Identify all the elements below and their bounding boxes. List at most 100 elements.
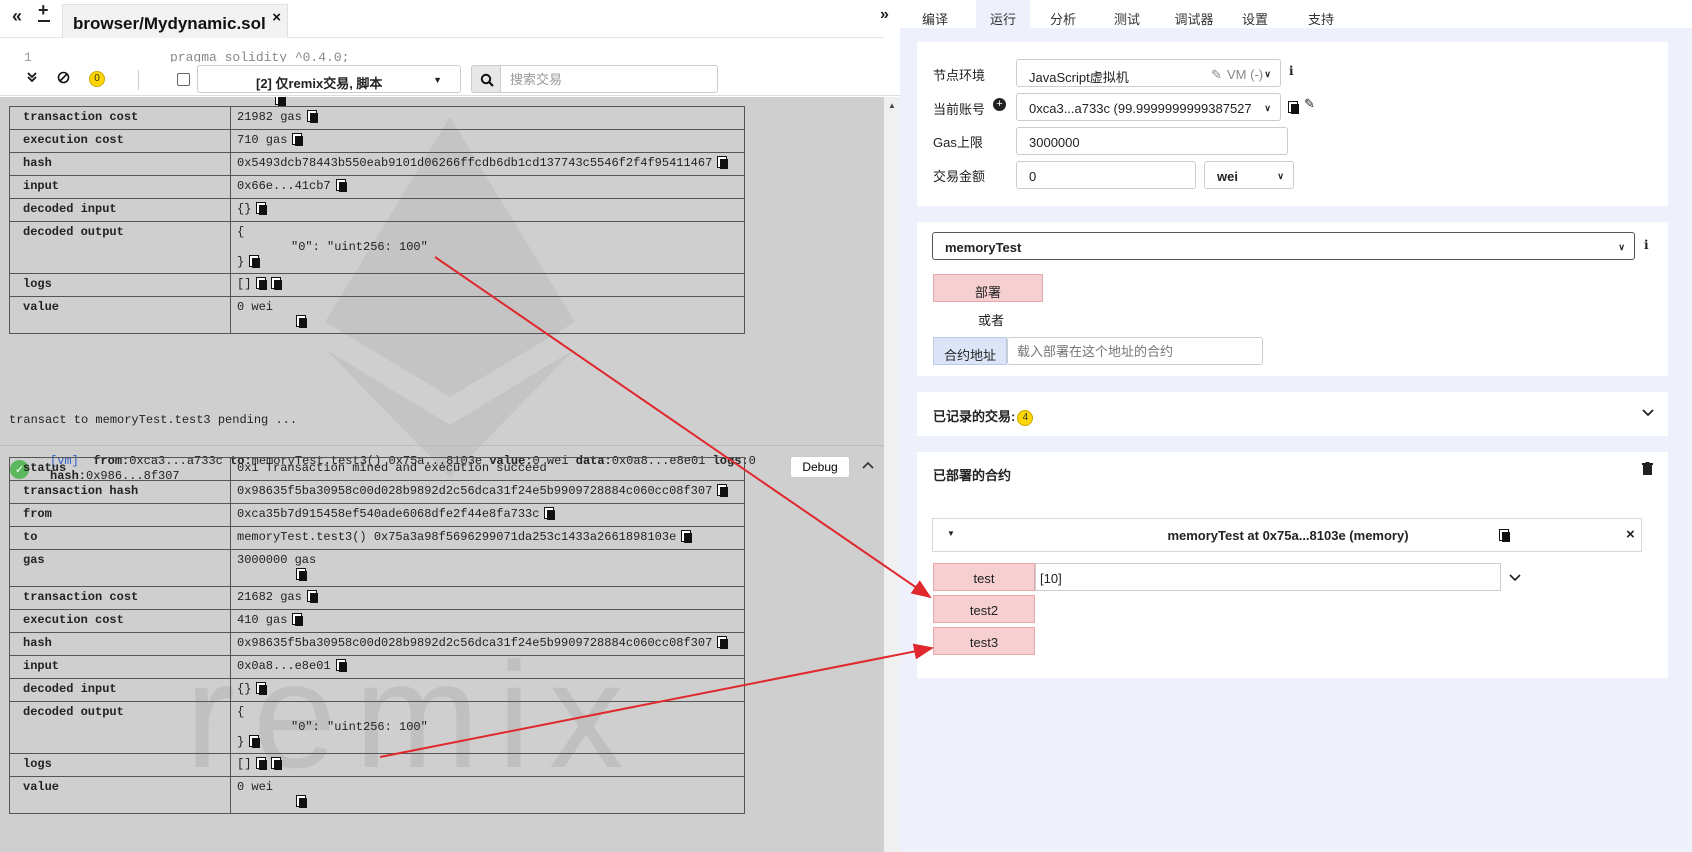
copy-icon[interactable]	[296, 315, 307, 328]
row-key: from	[9, 503, 231, 527]
test-button[interactable]: test	[933, 563, 1035, 591]
row-value: 410 gas	[230, 609, 745, 633]
collapse-right-icon[interactable]: »	[880, 6, 889, 24]
row-key: input	[9, 655, 231, 679]
close-tab-icon[interactable]: ×	[272, 9, 281, 26]
row-key: value	[9, 776, 231, 814]
chevron-up-icon[interactable]	[862, 458, 874, 474]
search-transactions-input[interactable]	[500, 65, 718, 93]
tab-analysis[interactable]: 分析	[1040, 0, 1086, 28]
copy-icon[interactable]	[306, 590, 318, 603]
unit-value: wei	[1217, 169, 1238, 184]
unit-select[interactable]: wei ∨	[1204, 161, 1294, 189]
at-address-input[interactable]	[1007, 337, 1263, 365]
chevron-down-icon[interactable]	[1509, 571, 1521, 585]
contract-select[interactable]: memoryTest ∨	[932, 232, 1635, 260]
table-row: decoded output{"0": "uint256: 100"}	[9, 221, 745, 274]
copy-icon[interactable]	[335, 179, 347, 192]
new-file-icon[interactable]: +	[38, 0, 49, 21]
value-label: 交易金额	[933, 169, 986, 184]
copy-icon[interactable]	[335, 659, 347, 672]
transaction-filter-select[interactable]: [2] 仅remix交易, 脚本 ▼	[197, 65, 461, 93]
copy-icon[interactable]	[1288, 101, 1299, 114]
copy-icon[interactable]	[296, 795, 307, 808]
divider	[138, 70, 139, 90]
tab-test[interactable]: 测试	[1104, 0, 1150, 28]
code-text: pragma solidity ^0.4.0;	[170, 50, 350, 62]
search-icon	[480, 73, 494, 87]
tab-support[interactable]: 支持	[1298, 0, 1344, 28]
copy-icon[interactable]	[292, 133, 304, 146]
test-args-input[interactable]: [10]	[1035, 563, 1501, 591]
info-icon[interactable]: i	[1644, 238, 1649, 252]
account-select[interactable]: 0xca3...a733c (99.9999999999387527 ∨	[1016, 93, 1281, 121]
terminal-output: remix transaction cost 21982 gas executio…	[0, 97, 884, 852]
tab-run[interactable]: 运行	[976, 0, 1030, 28]
environment-select[interactable]: JavaScript虚拟机 ✎ VM (-) ∨	[1016, 59, 1281, 87]
contract-instance[interactable]: ▼ memoryTest at 0x75a...8103e (memory) ×	[932, 518, 1642, 552]
copy-icon[interactable]	[717, 636, 729, 649]
copy-icon[interactable]	[249, 255, 261, 268]
gas-limit-input[interactable]: 3000000	[1016, 127, 1288, 155]
row-key: hash	[9, 152, 231, 176]
table-row: transaction cost 21982 gas	[9, 106, 745, 130]
edit-icon[interactable]: ✎	[1304, 96, 1315, 112]
copy-icon[interactable]	[717, 484, 729, 497]
chevron-down-icon[interactable]	[1642, 406, 1654, 420]
add-account-icon[interactable]: +	[993, 98, 1006, 111]
row-value: 0x98635f5ba30958c00d028b9892d2c56dca31f2…	[230, 480, 745, 504]
info-icon[interactable]: i	[1289, 64, 1294, 78]
minus-icon[interactable]	[38, 20, 50, 22]
deploy-button[interactable]: 部署	[933, 274, 1043, 302]
row-value: 21682 gas	[230, 586, 745, 610]
row-value: {}	[230, 678, 745, 702]
copy-icon[interactable]	[306, 110, 318, 123]
copy-icon[interactable]	[271, 277, 283, 290]
clear-console-icon[interactable]	[57, 71, 70, 87]
copy-icon[interactable]	[271, 757, 283, 770]
copy-icon[interactable]	[256, 682, 268, 695]
test3-button[interactable]: test3	[933, 627, 1035, 655]
debug-button[interactable]: Debug	[790, 456, 850, 478]
copy-icon[interactable]	[256, 757, 268, 770]
tab-compile[interactable]: 编译	[912, 0, 958, 28]
close-icon[interactable]: ×	[1626, 526, 1635, 543]
pending-message: transact to memoryTest.test3 pending ...	[9, 413, 298, 427]
copy-icon[interactable]	[256, 202, 268, 215]
row-value: 0 wei	[230, 776, 745, 814]
row-key: hash	[9, 632, 231, 656]
copy-icon[interactable]	[256, 277, 268, 290]
contract-value: memoryTest	[945, 240, 1022, 255]
tab-debugger[interactable]: 调试器	[1166, 0, 1222, 28]
copy-icon[interactable]	[296, 568, 307, 581]
copy-icon[interactable]	[249, 735, 261, 748]
copy-icon[interactable]	[544, 507, 556, 520]
table-row: from 0xca35b7d915458ef540ade6068dfe2f44e8…	[9, 503, 745, 527]
terminal-scrollbar[interactable]: ▲	[884, 97, 900, 852]
terminal-toolbar: 0 [2] 仅remix交易, 脚本 ▼	[0, 62, 900, 96]
trash-icon[interactable]	[1642, 462, 1653, 478]
deployed-contracts-card: 已部署的合约 ▼ memoryTest at 0x75a...8103e (me…	[917, 452, 1668, 678]
editor-area: « + browser/Mydynamic.sol × » 1 pragma s…	[0, 0, 900, 852]
recorded-transactions-card[interactable]: 已记录的交易: 4	[917, 392, 1668, 436]
row-value: {"0": "uint256: 100"}	[230, 701, 745, 754]
tab-settings[interactable]: 设置	[1232, 0, 1278, 28]
search-button[interactable]	[471, 65, 501, 93]
file-tab[interactable]: browser/Mydynamic.sol ×	[62, 4, 288, 38]
value-input[interactable]: 0	[1016, 161, 1196, 189]
collapse-left-icon[interactable]: «	[12, 6, 22, 27]
minimize-terminal-icon[interactable]	[26, 71, 38, 86]
code-line: 1 pragma solidity ^0.4.0;	[0, 48, 900, 62]
listen-network-checkbox[interactable]	[177, 73, 190, 86]
file-tab-label: browser/Mydynamic.sol	[73, 14, 266, 33]
chevron-down-icon: ∨	[1264, 69, 1271, 79]
copy-icon[interactable]	[292, 613, 304, 626]
at-address-button[interactable]: 合约地址	[933, 337, 1007, 365]
copy-icon[interactable]	[275, 97, 286, 106]
copy-icon[interactable]	[717, 156, 729, 169]
gas-limit-label: Gas上限	[933, 135, 983, 150]
copy-icon[interactable]	[681, 530, 693, 543]
copy-icon[interactable]	[1499, 529, 1510, 542]
test2-button[interactable]: test2	[933, 595, 1035, 623]
account-value: 0xca3...a733c (99.9999999999387527	[1029, 101, 1252, 116]
